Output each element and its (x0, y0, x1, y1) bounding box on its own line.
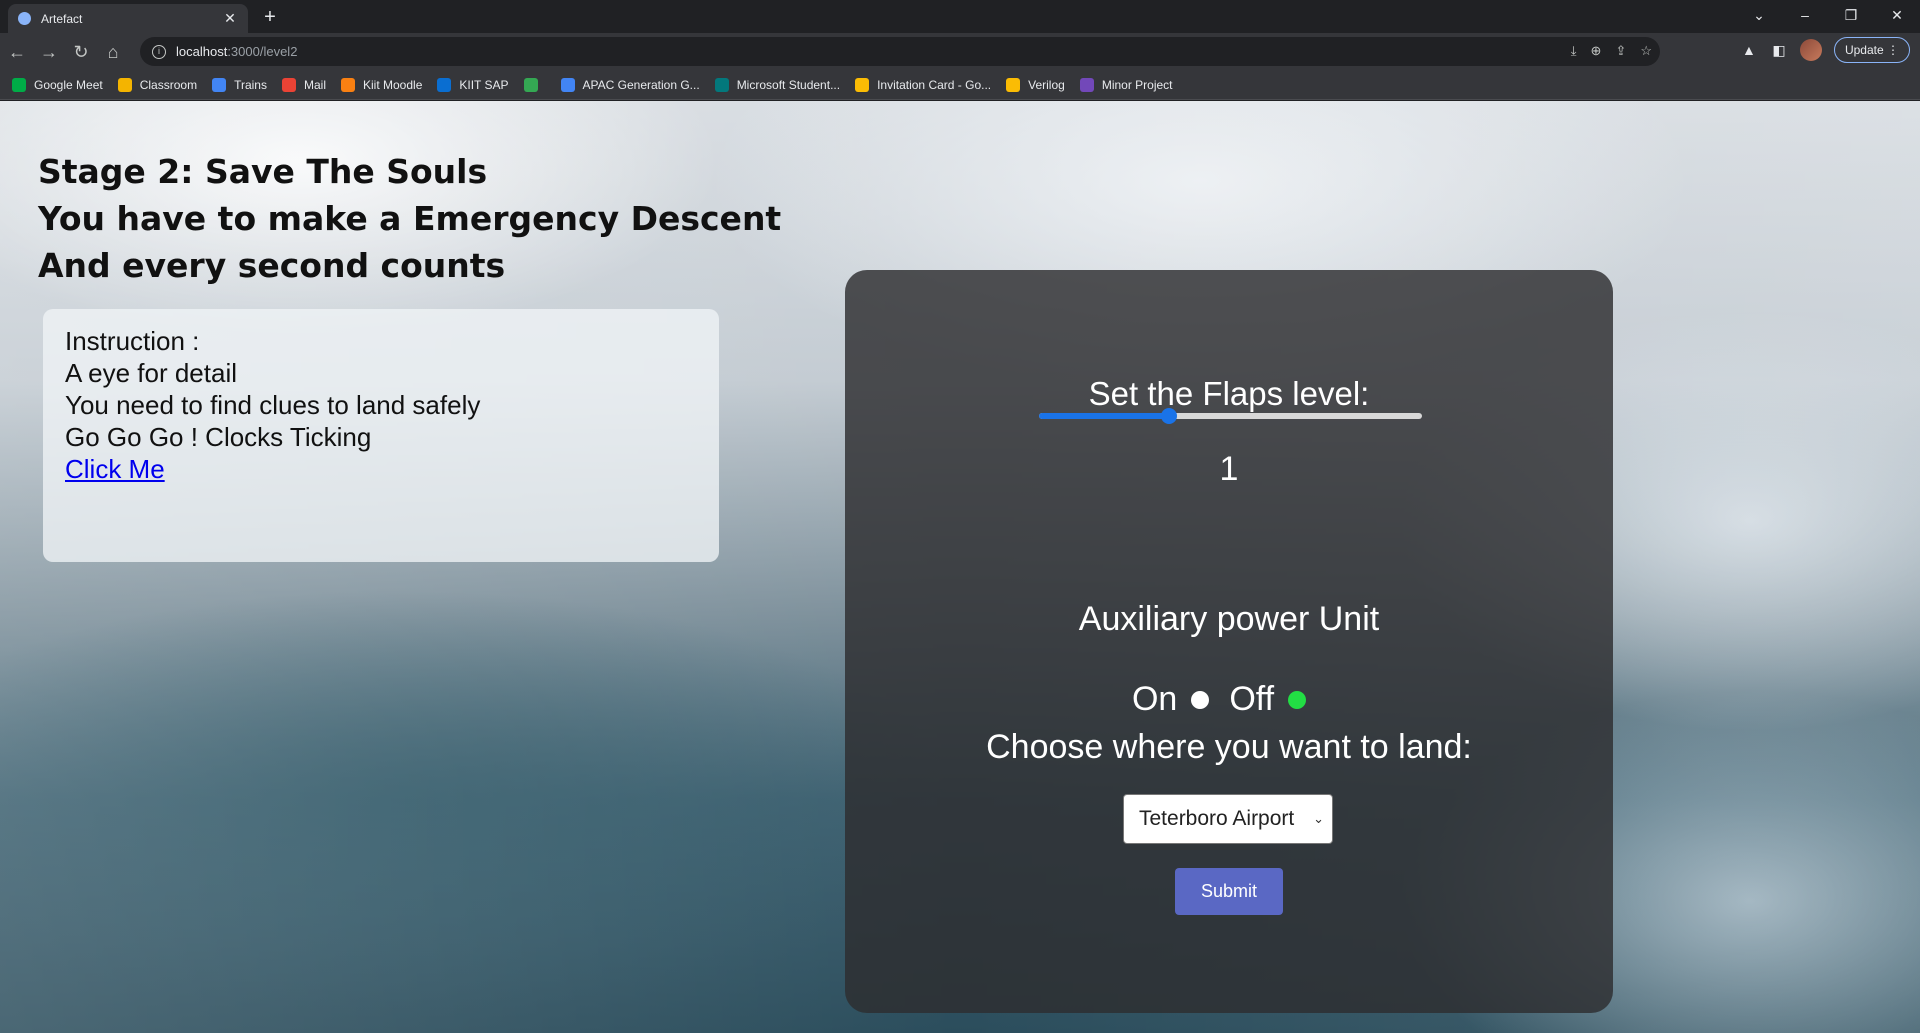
bookmark-item[interactable] (523, 77, 546, 92)
keep-icon (1006, 77, 1021, 92)
apu-label: Auxiliary power Unit (1078, 600, 1380, 638)
tab-title: Artefact (41, 11, 83, 26)
google-meet-icon (12, 77, 26, 92)
docs-icon (560, 77, 575, 92)
heading-line-3: And every second counts (38, 246, 506, 285)
slider-fill (1039, 413, 1170, 419)
apu-on-label: On (1131, 680, 1178, 718)
page-title: Stage 2: Save The Souls You have to make… (38, 148, 781, 289)
click-me-link[interactable]: Click Me (65, 454, 165, 484)
url-text: localhost:3000/level2 (176, 44, 297, 59)
instruction-line: Go Go Go ! Clocks Ticking (65, 422, 372, 452)
landing-label: Choose where you want to land: (986, 728, 1472, 766)
reload-button[interactable]: ↻ (66, 37, 96, 67)
page-content: Stage 2: Save The Souls You have to make… (0, 101, 1920, 1033)
omnibox-actions: ⤓ ⊕ ⇪ ☆ (1571, 43, 1652, 59)
minimize-button[interactable]: – (1782, 0, 1828, 30)
info-icon[interactable]: i (152, 44, 166, 59)
forward-button[interactable]: → (34, 37, 64, 67)
control-panel: Set the Flaps level: 1 Auxiliary power U… (845, 270, 1613, 1013)
new-tab-button[interactable]: + (258, 5, 282, 29)
bookmark-label: Mail (303, 77, 326, 92)
gmail-icon (281, 77, 296, 92)
bookmark-item[interactable]: Kiit Moodle (341, 77, 423, 92)
bookmark-label: Microsoft Student... (736, 77, 841, 92)
google-drive-icon (855, 77, 870, 92)
bookmark-label: Invitation Card - Go... (877, 77, 992, 92)
extensions-icon[interactable]: ▲ (1740, 42, 1758, 58)
flaps-slider[interactable] (1039, 408, 1422, 424)
forms-icon (714, 77, 729, 92)
bookmarks-bar: Google Meet Classroom Trains Mail Kiit Moodl… (0, 70, 1920, 100)
classroom-icon (117, 77, 132, 92)
bookmark-item[interactable]: Classroom (117, 77, 198, 92)
url-path: :3000/level2 (227, 44, 298, 59)
close-icon[interactable]: ✕ (222, 10, 238, 27)
heading-line-1: Stage 2: Save The Souls (38, 152, 488, 191)
avatar[interactable] (1799, 39, 1822, 61)
back-button[interactable]: ← (2, 37, 32, 67)
apu-off-radio[interactable] (1288, 690, 1307, 709)
bookmark-item[interactable]: Minor Project (1079, 77, 1173, 92)
update-button[interactable]: Update ⋮ (1833, 37, 1910, 63)
globe-icon (18, 12, 31, 25)
heading-line-2: You have to make a Emergency Descent (38, 199, 782, 238)
bookmark-label: Classroom (139, 77, 198, 92)
bookmark-label: Trains (234, 77, 267, 92)
tab-search-icon[interactable]: ⌄ (1736, 0, 1782, 30)
tab-artefact[interactable]: Artefact ✕ (8, 4, 248, 33)
bookmark-label: KIIT SAP (459, 77, 509, 92)
submit-button[interactable]: Submit (1175, 868, 1283, 915)
trains-icon (212, 77, 227, 92)
tab-strip: Artefact ✕ + ⌄ – ❐ ✕ (0, 0, 1920, 33)
sap-icon (437, 77, 452, 92)
bookmark-item[interactable]: Invitation Card - Go... (855, 77, 992, 92)
forms-icon (1079, 77, 1094, 92)
google-drive-icon (523, 77, 538, 92)
bookmark-item[interactable]: Microsoft Student... (714, 77, 841, 92)
landing-selected-value: Teterboro Airport (1139, 807, 1295, 830)
apu-options: On Off (845, 680, 1613, 719)
instruction-title: Instruction : (65, 326, 200, 356)
toolbar-right: ▲ ◧ Update ⋮ (1740, 37, 1910, 63)
flaps-value: 1 (1219, 450, 1239, 488)
bookmark-item[interactable]: APAC Generation G... (560, 77, 700, 92)
side-panel-icon[interactable]: ◧ (1770, 42, 1788, 59)
url-host: localhost (176, 44, 228, 59)
install-icon[interactable]: ⤓ (1571, 43, 1577, 59)
slider-thumb[interactable] (1161, 408, 1178, 424)
update-label: Update (1844, 43, 1884, 57)
bookmark-item[interactable]: KIIT SAP (437, 77, 509, 92)
bookmark-item[interactable]: Trains (212, 77, 267, 92)
landing-select[interactable]: Teterboro Airport ⌄ (1123, 794, 1333, 844)
bookmark-label: Google Meet (34, 77, 103, 92)
instruction-line: A eye for detail (65, 358, 237, 388)
browser-toolbar: ← → ↻ ⌂ i localhost:3000/level2 ⤓ ⊕ ⇪ ☆ … (0, 33, 1920, 70)
bookmark-label: Verilog (1028, 77, 1065, 92)
instruction-line: You need to find clues to land safely (65, 390, 481, 420)
restore-button[interactable]: ❐ (1828, 0, 1874, 30)
flaps-label: Set the Flaps level: (1088, 375, 1370, 412)
apu-off-label: Off (1229, 680, 1275, 718)
bookmark-label: Minor Project (1101, 77, 1173, 92)
bookmark-item[interactable]: Mail (281, 77, 326, 92)
moodle-icon (341, 77, 355, 92)
bookmark-item[interactable]: Google Meet (12, 77, 103, 92)
apu-on-radio[interactable] (1191, 690, 1210, 709)
address-bar[interactable]: i localhost:3000/level2 ⤓ ⊕ ⇪ ☆ (140, 37, 1660, 66)
chevron-down-icon: ⌄ (1313, 811, 1324, 826)
bookmark-star-icon[interactable]: ☆ (1640, 43, 1652, 59)
zoom-icon[interactable]: ⊕ (1591, 43, 1602, 59)
instruction-card: Instruction : A eye for detail You need … (43, 309, 719, 562)
home-button[interactable]: ⌂ (98, 37, 128, 67)
close-window-button[interactable]: ✕ (1874, 0, 1920, 30)
bookmark-item[interactable]: Verilog (1006, 77, 1065, 92)
bookmark-label: Kiit Moodle (363, 77, 423, 92)
share-icon[interactable]: ⇪ (1615, 43, 1626, 59)
bookmark-label: APAC Generation G... (582, 77, 700, 92)
